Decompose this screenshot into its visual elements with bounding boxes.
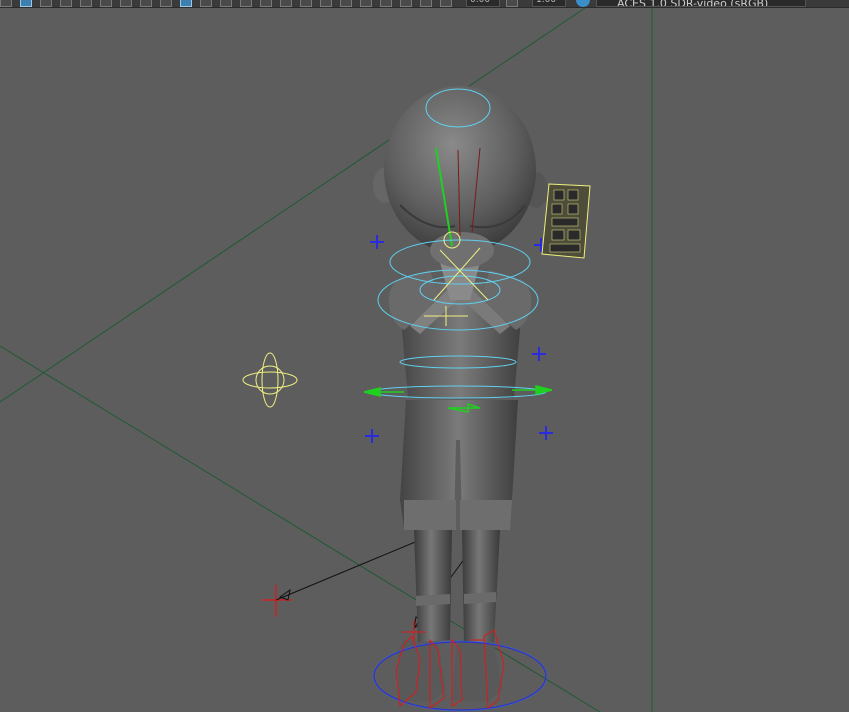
color-space-label: ACES 1.0 SDR-video (sRGB) (617, 0, 769, 7)
exposure-field[interactable]: 0.00 (466, 0, 500, 7)
safe-action-icon[interactable] (100, 0, 112, 7)
motion-blur-icon[interactable] (280, 0, 292, 7)
exposure-icon[interactable] (440, 0, 452, 7)
gamma-value: 1.00 (536, 0, 557, 5)
gate-mask-icon[interactable] (60, 0, 72, 7)
ground-grid (0, 8, 653, 712)
face-control-panel[interactable] (541, 183, 591, 259)
shadows-icon[interactable] (240, 0, 252, 7)
xray-icon[interactable] (360, 0, 372, 7)
exposure-value: 0.00 (470, 0, 491, 5)
grid-icon[interactable] (0, 0, 12, 7)
backface-culling-icon[interactable] (400, 0, 412, 7)
isolate-select-icon[interactable] (340, 0, 352, 7)
viewport-canvas[interactable] (0, 8, 849, 712)
safe-title-icon[interactable] (120, 0, 132, 7)
wireframe-icon[interactable] (140, 0, 152, 7)
xray-joints-icon[interactable] (380, 0, 392, 7)
gamma-icon[interactable] (506, 0, 518, 7)
ambient-occlusion-icon[interactable] (260, 0, 272, 7)
film-gate-icon[interactable] (20, 0, 32, 7)
character-model[interactable] (373, 86, 548, 702)
textured-icon[interactable] (200, 0, 212, 7)
default-material-icon[interactable] (180, 0, 192, 7)
viewport-toolbar: 0.00 1.00 ACES 1.0 SDR-video (sRGB) (0, 0, 849, 8)
depth-of-field-icon[interactable] (320, 0, 332, 7)
color-space-dropdown[interactable]: ACES 1.0 SDR-video (sRGB) (596, 0, 806, 7)
3d-viewport[interactable] (0, 8, 849, 712)
smooth-shade-icon[interactable] (160, 0, 172, 7)
gamma-field[interactable]: 1.00 (532, 0, 566, 7)
resolution-gate-icon[interactable] (40, 0, 52, 7)
pole-vector-control-icon[interactable] (262, 585, 292, 617)
field-chart-icon[interactable] (80, 0, 92, 7)
lights-icon[interactable] (220, 0, 232, 7)
anti-aliasing-icon[interactable] (300, 0, 312, 7)
use-all-lights-icon[interactable] (420, 0, 432, 7)
color-management-icon[interactable] (576, 0, 590, 7)
light-locator-icon[interactable] (242, 352, 298, 408)
